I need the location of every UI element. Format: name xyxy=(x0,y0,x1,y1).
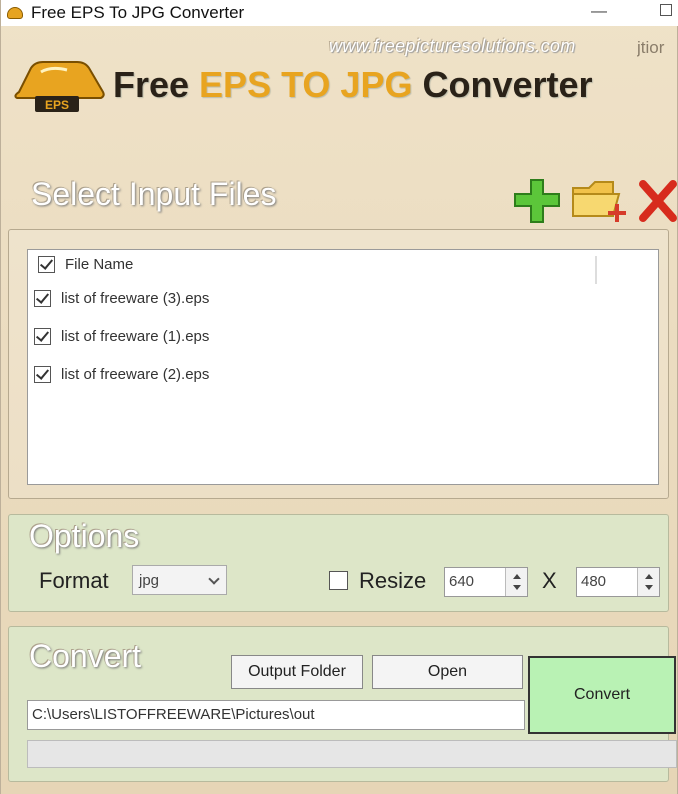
width-input[interactable]: 640 xyxy=(444,567,528,597)
resize-checkbox[interactable] xyxy=(329,571,348,590)
file-checkbox[interactable] xyxy=(34,328,51,345)
logo-text: EPS xyxy=(45,98,69,112)
options-heading: Options xyxy=(29,518,140,554)
resize-label: Resize xyxy=(359,568,427,593)
column-header-filename: File Name xyxy=(65,256,134,273)
chevron-down-icon[interactable] xyxy=(645,585,653,590)
folder-add-icon[interactable] xyxy=(569,176,631,224)
format-value: jpg xyxy=(139,572,160,589)
chevron-down-icon[interactable] xyxy=(513,585,521,590)
select-all-checkbox[interactable] xyxy=(38,256,55,273)
output-folder-button[interactable]: Output Folder xyxy=(231,655,363,689)
file-list-header[interactable]: File Name xyxy=(38,256,133,273)
list-item[interactable]: list of freeware (3).eps xyxy=(34,290,209,307)
file-name: list of freeware (2).eps xyxy=(61,366,210,383)
convert-button[interactable]: Convert xyxy=(528,656,676,734)
app-title: Free EPS TO JPG Converter xyxy=(113,64,593,106)
maximize-button[interactable] xyxy=(656,2,676,22)
height-value: 480 xyxy=(581,573,607,590)
format-select[interactable]: jpg xyxy=(132,565,227,595)
window-title: Free EPS To JPG Converter xyxy=(31,3,245,22)
file-list[interactable]: File Name list of freeware (3).eps list … xyxy=(27,249,659,485)
open-button[interactable]: Open xyxy=(372,655,523,689)
file-name: list of freeware (3).eps xyxy=(61,290,210,307)
plus-icon[interactable] xyxy=(513,178,561,224)
file-checkbox[interactable] xyxy=(34,366,51,383)
website-tail-text: jtior xyxy=(637,38,665,57)
app-icon xyxy=(7,7,23,19)
format-label: Format xyxy=(39,568,109,593)
column-separator xyxy=(595,256,597,284)
width-value: 640 xyxy=(449,573,475,590)
chevron-up-icon[interactable] xyxy=(645,574,653,579)
title-bar[interactable]: Free EPS To JPG Converter — xyxy=(1,0,678,26)
app-title-part2: Converter xyxy=(412,64,593,105)
app-window: Free EPS To JPG Converter — www.freepict… xyxy=(0,0,678,794)
times-label: X xyxy=(542,568,557,593)
file-name: list of freeware (1).eps xyxy=(61,328,210,345)
height-input[interactable]: 480 xyxy=(576,567,660,597)
output-path-field[interactable]: C:\Users\LISTOFFREEWARE\Pictures\out xyxy=(27,700,525,730)
list-item[interactable]: list of freeware (1).eps xyxy=(34,328,209,345)
app-title-accent: EPS TO JPG xyxy=(199,64,413,105)
convert-heading: Convert xyxy=(29,638,142,674)
remove-x-icon[interactable] xyxy=(637,178,678,224)
maximize-icon xyxy=(660,4,672,16)
list-item[interactable]: list of freeware (2).eps xyxy=(34,366,209,383)
app-logo: EPS xyxy=(14,61,105,112)
width-stepper[interactable] xyxy=(505,568,527,596)
file-checkbox[interactable] xyxy=(34,290,51,307)
chevron-up-icon[interactable] xyxy=(513,574,521,579)
website-link[interactable]: www.freepicturesolutions.com xyxy=(329,36,576,57)
select-input-heading: Select Input Files xyxy=(31,176,277,212)
progress-bar xyxy=(27,740,677,768)
app-title-part1: Free xyxy=(113,64,200,105)
height-stepper[interactable] xyxy=(637,568,659,596)
chevron-down-icon xyxy=(208,573,220,585)
minimize-button[interactable]: — xyxy=(589,2,609,22)
